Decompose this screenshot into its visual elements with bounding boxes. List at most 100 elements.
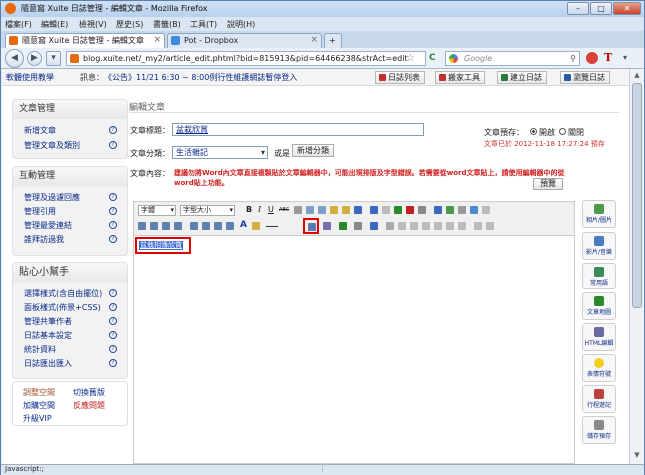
row-delete-icon[interactable] bbox=[410, 222, 418, 230]
highlighted-toolbar-button[interactable] bbox=[303, 218, 319, 234]
maximize-button[interactable]: □ bbox=[590, 2, 612, 15]
new-tab-button[interactable]: + bbox=[324, 33, 342, 48]
italic-button[interactable]: I bbox=[258, 205, 261, 214]
url-bar[interactable]: blog.xuite.net/_my2/article_edit.phtml?b… bbox=[66, 51, 426, 66]
sidebar-item-comments[interactable]: 管理及過濾回應 bbox=[24, 192, 80, 203]
close-window-button[interactable]: ✕ bbox=[613, 2, 641, 15]
blog-list-button[interactable]: 日誌列表 bbox=[375, 71, 425, 84]
col-insert-icon[interactable] bbox=[422, 222, 430, 230]
unordered-list-icon[interactable] bbox=[202, 222, 210, 230]
buy-space-link[interactable]: 加購空間 bbox=[23, 400, 55, 411]
edit-source-icon[interactable] bbox=[323, 222, 331, 230]
search-input[interactable]: Google ⚲ bbox=[445, 51, 580, 66]
help-icon[interactable]: ? bbox=[109, 331, 117, 339]
history-dropdown[interactable]: ▾ bbox=[46, 51, 61, 66]
subscript-icon[interactable] bbox=[294, 206, 302, 214]
sidebar-item-favorite-links[interactable]: 管理最愛連結 bbox=[24, 220, 72, 231]
create-blog-button[interactable]: 建立日誌 bbox=[497, 71, 547, 84]
insert-photo-button[interactable]: 相片/圖片 bbox=[582, 200, 616, 228]
common-phrases-button[interactable]: 常用語 bbox=[582, 263, 616, 289]
underline-button[interactable]: U bbox=[268, 205, 274, 214]
insert-video-button[interactable]: 影片/音樂 bbox=[582, 232, 616, 260]
outdent-icon[interactable] bbox=[214, 222, 222, 230]
font-size-select[interactable]: 字型大小 ▾ bbox=[180, 205, 235, 216]
switch-old-version-link[interactable]: 切換舊版 bbox=[73, 387, 105, 398]
ordered-list-icon[interactable] bbox=[190, 222, 198, 230]
cut-icon[interactable] bbox=[306, 206, 314, 214]
upgrade-vip-link[interactable]: 升級VIP bbox=[23, 413, 52, 424]
addon-icon[interactable] bbox=[586, 52, 598, 64]
flash-icon[interactable] bbox=[406, 206, 414, 214]
sidebar-item-panel-style[interactable]: 面板樣式(佈景+CSS) bbox=[24, 302, 101, 313]
search-icon[interactable]: ⚲ bbox=[570, 52, 576, 65]
sidebar-item-style[interactable]: 選擇樣式(含自由擺位) bbox=[24, 288, 102, 299]
help-link[interactable]: 軟體使用教學 bbox=[6, 72, 54, 83]
help-icon[interactable]: ? bbox=[109, 303, 117, 311]
menu-edit[interactable]: 編輯(E) bbox=[41, 19, 68, 30]
help-icon[interactable]: ? bbox=[109, 193, 117, 201]
text-color-icon[interactable]: A bbox=[240, 220, 247, 230]
move-tool-button[interactable]: 搬家工具 bbox=[435, 71, 485, 84]
menu-history[interactable]: 歷史(S) bbox=[116, 19, 143, 30]
table-icon[interactable] bbox=[434, 206, 442, 214]
save-draft-button[interactable]: 儲存預存 bbox=[582, 416, 616, 444]
strikethrough-button[interactable]: ABC bbox=[279, 207, 289, 213]
sidebar-item-manage-articles[interactable]: 管理文章及類別 bbox=[24, 140, 80, 151]
preview-on-radio[interactable] bbox=[530, 128, 537, 135]
bold-button[interactable]: B bbox=[246, 205, 252, 214]
help-icon[interactable]: ? bbox=[109, 207, 117, 215]
tab-close-icon[interactable]: × bbox=[153, 34, 161, 47]
help-icon[interactable]: ? bbox=[109, 359, 117, 367]
minimize-button[interactable]: – bbox=[567, 2, 589, 15]
browse-blog-button[interactable]: 瀏覽日誌 bbox=[560, 71, 610, 84]
align-center-icon[interactable] bbox=[150, 222, 158, 230]
new-category-button[interactable]: 新增分類 bbox=[292, 144, 334, 157]
sidebar-item-visitors[interactable]: 誰拜訪過我 bbox=[24, 234, 64, 245]
tab-dropbox[interactable]: Pot - Dropbox × bbox=[167, 33, 322, 48]
align-left-icon[interactable] bbox=[138, 222, 146, 230]
help-icon[interactable]: ? bbox=[109, 141, 117, 149]
menu-file[interactable]: 檔案(F) bbox=[5, 19, 32, 30]
reload-icon[interactable]: C bbox=[429, 53, 436, 63]
paste-icon[interactable] bbox=[330, 206, 338, 214]
article-map-button[interactable]: 文章地圖 bbox=[582, 292, 616, 320]
paste-word-icon[interactable] bbox=[354, 206, 362, 214]
forward-button[interactable]: ▶ bbox=[27, 51, 42, 66]
special-char-icon[interactable] bbox=[482, 206, 490, 214]
itinerary-button[interactable]: 行程遊記 bbox=[582, 385, 616, 413]
preview-off-radio[interactable] bbox=[559, 128, 566, 135]
sidebar-item-statistics[interactable]: 統計資料 bbox=[24, 344, 56, 355]
insert-image-icon[interactable] bbox=[339, 222, 347, 230]
table-props-icon[interactable] bbox=[386, 222, 394, 230]
emoticon-button[interactable]: 表情符號 bbox=[582, 354, 616, 382]
category-select[interactable]: 生活雜記 ▾ bbox=[172, 146, 268, 159]
checkbox-icon[interactable] bbox=[370, 222, 378, 230]
report-issue-link[interactable]: 反應問題 bbox=[73, 400, 105, 411]
cell-split-icon[interactable] bbox=[458, 222, 466, 230]
link-icon[interactable] bbox=[446, 206, 454, 214]
font-select[interactable]: 字體 ▾ bbox=[138, 205, 176, 216]
toolbar-t-icon[interactable]: T bbox=[604, 51, 612, 64]
indent-icon[interactable] bbox=[226, 222, 234, 230]
selected-link-text[interactable]: 盆栽相簿欣賞 bbox=[139, 241, 183, 250]
horizontal-rule-icon[interactable] bbox=[266, 226, 278, 227]
redo-icon[interactable] bbox=[382, 206, 390, 214]
tab-xuite[interactable]: 隨意窩 Xuite 日誌管理 - 編輯文章 × bbox=[5, 33, 165, 48]
paste-text-icon[interactable] bbox=[342, 206, 350, 214]
fullscreen-icon[interactable] bbox=[486, 222, 494, 230]
title-input[interactable]: 盆栽欣賞 bbox=[172, 123, 424, 136]
sidebar-item-basic-settings[interactable]: 日誌基本設定 bbox=[24, 330, 72, 341]
col-delete-icon[interactable] bbox=[434, 222, 442, 230]
sidebar-item-import-export[interactable]: 日誌匯出匯入 bbox=[24, 358, 72, 369]
help-icon[interactable]: ? bbox=[109, 126, 117, 134]
align-justify-icon[interactable] bbox=[174, 222, 182, 230]
cell-merge-icon[interactable] bbox=[446, 222, 454, 230]
vertical-scrollbar[interactable]: ▲ ▼ bbox=[629, 69, 644, 464]
html-edit-button[interactable]: HTML編輯 bbox=[582, 323, 616, 351]
menu-bookmarks[interactable]: 書籤(B) bbox=[153, 19, 181, 30]
highlight-icon[interactable] bbox=[252, 222, 260, 230]
more-tools-icon[interactable]: ▾ bbox=[623, 53, 627, 62]
scroll-up-icon[interactable]: ▲ bbox=[632, 71, 642, 81]
template-icon[interactable] bbox=[354, 222, 362, 230]
image-icon[interactable] bbox=[394, 206, 402, 214]
